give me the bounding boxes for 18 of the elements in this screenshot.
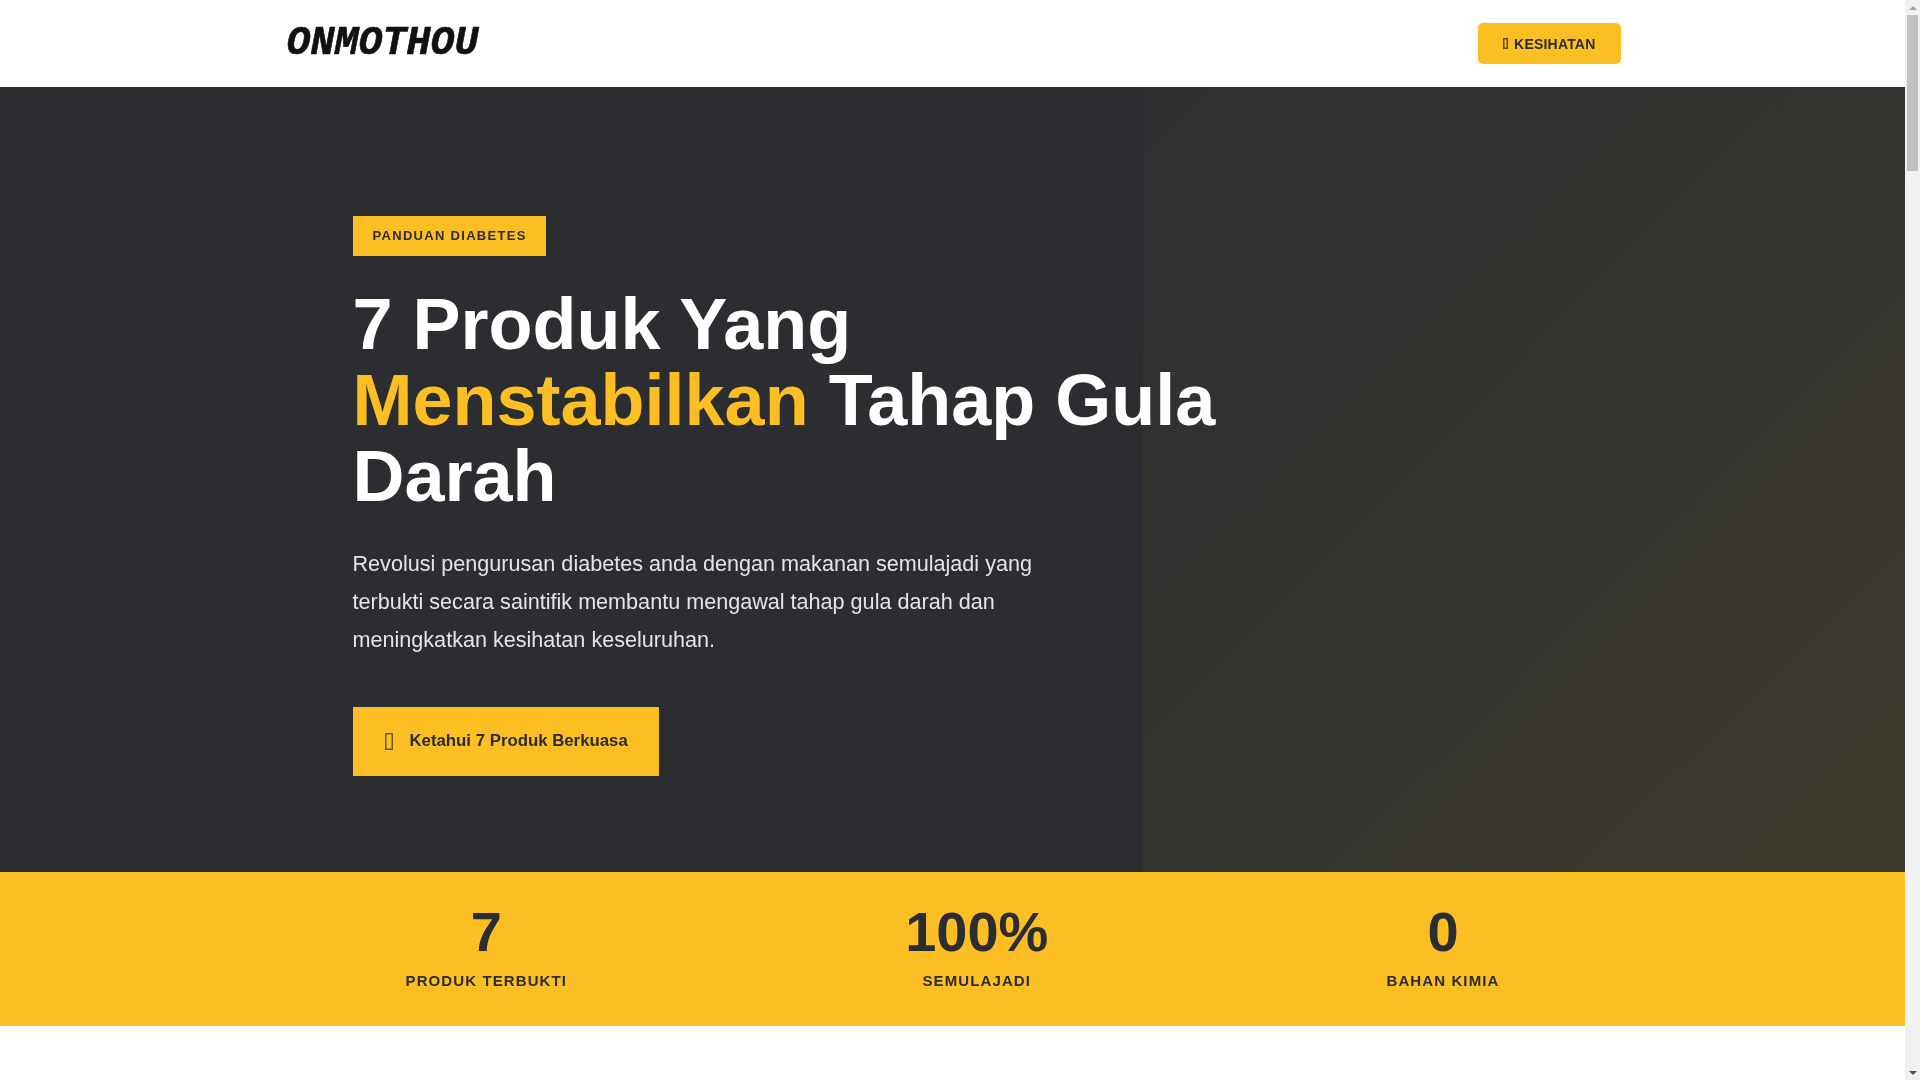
scrollbar-thumb[interactable]: [1907, 15, 1918, 171]
hero-description: Revolusi pengurusan diabetes anda dengan makanan semulajadi yang terbukti secara saintifik membantu mengawal tahap gula darah dan meningkatkan kesihatan keseluruhan.: [352, 550, 1033, 654]
stat-value: 0: [1427, 904, 1459, 961]
hero-heading: 7 Produk Yang Menstabilkan Tahap Gula Darah: [352, 286, 1217, 514]
stat-value: 100%: [905, 904, 1049, 961]
site-logo[interactable]: ONMOTHOU: [286, 23, 479, 64]
nav-button[interactable]: KESIHATAN: [1478, 23, 1621, 64]
scrollbar-track[interactable]: [1905, 0, 1920, 1080]
stat-label: BAHAN KIMIA: [1386, 971, 1500, 992]
category-tag: PANDUAN DIABETES: [352, 216, 546, 256]
stat-label: PRODUK TERBUKTI: [405, 971, 568, 992]
cta-button[interactable]: Ketahui 7 Produk Berkuasa: [352, 707, 659, 777]
scroll-up-icon[interactable]: [1908, 5, 1917, 10]
scroll-down-icon[interactable]: [1908, 1070, 1917, 1075]
missing-glyph-icon: [384, 733, 393, 751]
stat-value: 7: [470, 904, 502, 961]
stat-label: SEMULAJADI: [922, 971, 1032, 992]
missing-glyph-icon: [1503, 38, 1509, 49]
